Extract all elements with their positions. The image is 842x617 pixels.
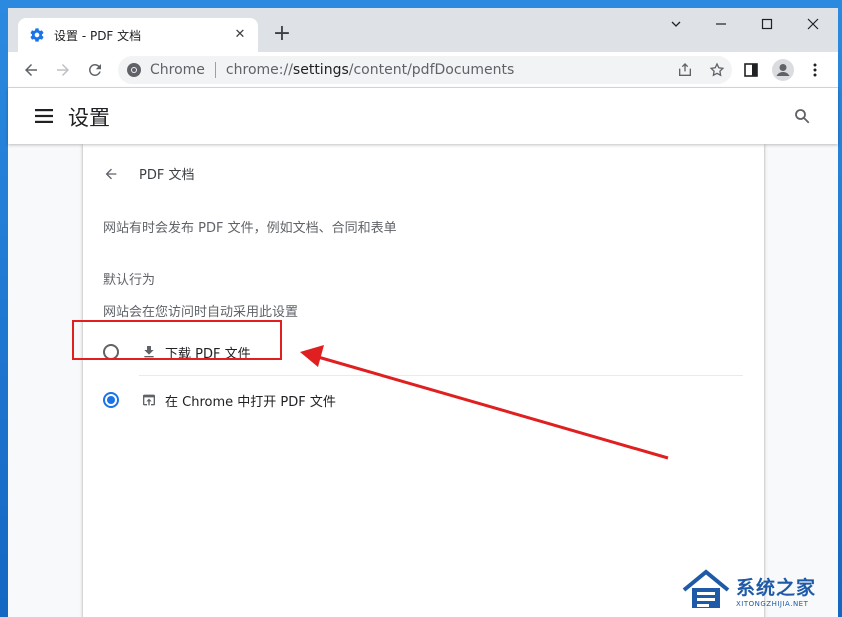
option-divider bbox=[139, 375, 743, 376]
open-in-chrome-radio[interactable] bbox=[103, 392, 119, 408]
default-behavior-label: 默认行为 bbox=[103, 273, 156, 288]
open-in-browser-icon bbox=[139, 390, 159, 410]
browser-toolbar: Chrome chrome://settings/content/pdfDocu… bbox=[8, 52, 838, 88]
profile-avatar[interactable] bbox=[770, 57, 796, 83]
share-icon[interactable] bbox=[672, 57, 698, 83]
default-behavior-sublabel: 网站会在您访问时自动采用此设置 bbox=[103, 305, 299, 320]
side-panel-icon[interactable] bbox=[738, 57, 764, 83]
address-bar[interactable]: Chrome chrome://settings/content/pdfDocu… bbox=[118, 56, 732, 84]
close-window-button[interactable] bbox=[790, 12, 836, 40]
watermark-logo: 系统之家 XITONGZHIJIA.NET bbox=[680, 566, 840, 614]
search-icon[interactable] bbox=[790, 104, 814, 128]
minimize-button[interactable] bbox=[698, 12, 744, 40]
back-button[interactable] bbox=[18, 57, 44, 83]
watermark-name: 系统之家 bbox=[736, 576, 817, 599]
forward-button[interactable] bbox=[50, 57, 76, 83]
tab-settings[interactable]: 设置 - PDF 文档 ✕ bbox=[18, 18, 258, 52]
address-separator bbox=[214, 62, 216, 78]
maximize-button[interactable] bbox=[744, 12, 790, 40]
chrome-logo-icon bbox=[126, 62, 142, 78]
more-menu-icon[interactable] bbox=[802, 57, 828, 83]
reload-button[interactable] bbox=[82, 57, 108, 83]
house-logo-icon bbox=[682, 569, 730, 608]
browser-window: 设置 - PDF 文档 ✕ + Chrome chrome://settings… bbox=[8, 8, 838, 617]
pdf-description: 网站有时会发布 PDF 文件，例如文档、合同和表单 bbox=[103, 221, 397, 236]
watermark-url: XITONGZHIJIA.NET bbox=[736, 599, 809, 608]
annotation-highlight-box bbox=[72, 320, 282, 360]
hamburger-menu-icon[interactable] bbox=[32, 104, 56, 128]
settings-header: 设置 bbox=[8, 88, 838, 144]
page-title: 设置 bbox=[68, 106, 110, 130]
back-arrow-icon[interactable] bbox=[99, 162, 123, 186]
open-in-chrome-label: 在 Chrome 中打开 PDF 文件 bbox=[165, 394, 336, 410]
tab-close-icon[interactable]: ✕ bbox=[232, 27, 248, 43]
tab-strip: 设置 - PDF 文档 ✕ + bbox=[8, 8, 838, 52]
pdf-settings-card: PDF 文档 网站有时会发布 PDF 文件，例如文档、合同和表单 默认行为 网站… bbox=[83, 144, 764, 617]
subpage-title: PDF 文档 bbox=[139, 168, 195, 183]
url-text: chrome://settings/content/pdfDocuments bbox=[225, 62, 515, 78]
new-tab-button[interactable]: + bbox=[270, 22, 294, 46]
option-open-in-chrome[interactable]: 在 Chrome 中打开 PDF 文件 bbox=[83, 377, 764, 423]
settings-gear-icon bbox=[28, 26, 46, 44]
bookmark-star-icon[interactable] bbox=[704, 57, 730, 83]
tab-title: 设置 - PDF 文档 bbox=[54, 28, 142, 43]
site-chip: Chrome bbox=[150, 62, 205, 78]
tab-search-button[interactable] bbox=[653, 12, 699, 40]
